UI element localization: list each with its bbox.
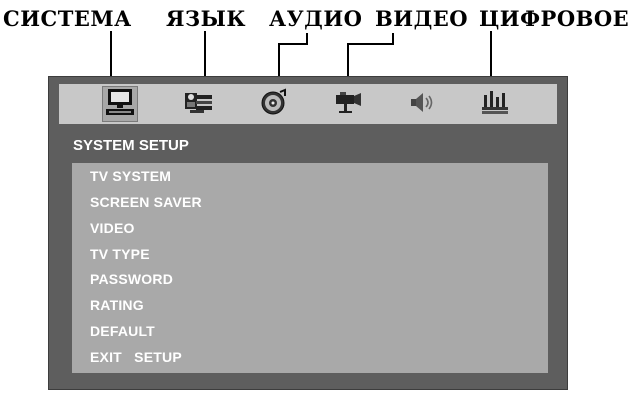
menu-item-tv-type[interactable]: TV TYPE	[90, 246, 150, 262]
caption-digital: ЦИФРОВОЕ	[479, 6, 628, 31]
digital-settings-icon	[479, 87, 511, 122]
video-camera-icon	[332, 87, 364, 122]
setup-menu-panel: TV SYSTEM SCREEN SAVER VIDEO TV TYPE PAS…	[72, 163, 548, 373]
tab-digital[interactable]	[477, 86, 513, 122]
menu-item-screen-saver[interactable]: SCREEN SAVER	[90, 194, 202, 210]
caption-language: ЯЗЫК	[166, 6, 247, 31]
manual-figure: СИСТЕМА ЯЗЫК АУДИО ВИДЕО ЦИФРОВОЕ SYSTEM…	[0, 0, 628, 393]
caption-system: СИСТЕМА	[3, 6, 132, 31]
setup-tab-bar	[59, 84, 557, 124]
leader-line-audio	[278, 43, 308, 45]
tab-language[interactable]	[180, 86, 216, 122]
audio-disc-icon	[258, 87, 290, 122]
menu-item-tv-system[interactable]: TV SYSTEM	[90, 168, 171, 184]
tab-speaker[interactable]	[404, 86, 440, 122]
tab-video[interactable]	[330, 86, 366, 122]
tab-system[interactable]	[102, 86, 138, 122]
leader-line-video	[347, 43, 394, 45]
setup-osd-screen: SYSTEM SETUP TV SYSTEM SCREEN SAVER VIDE…	[48, 76, 568, 390]
menu-item-exit-setup[interactable]: EXIT SETUP	[90, 349, 182, 365]
caption-video: ВИДЕО	[375, 6, 469, 31]
language-icon	[182, 87, 214, 122]
tab-audio[interactable]	[256, 86, 292, 122]
caption-audio: АУДИО	[269, 6, 363, 31]
speaker-icon	[406, 87, 438, 122]
monitor-icon	[104, 87, 136, 122]
menu-item-default[interactable]: DEFAULT	[90, 323, 155, 339]
menu-item-password[interactable]: PASSWORD	[90, 271, 173, 287]
page-title: SYSTEM SETUP	[73, 137, 189, 154]
menu-item-video[interactable]: VIDEO	[90, 220, 135, 236]
menu-item-rating[interactable]: RATING	[90, 297, 144, 313]
